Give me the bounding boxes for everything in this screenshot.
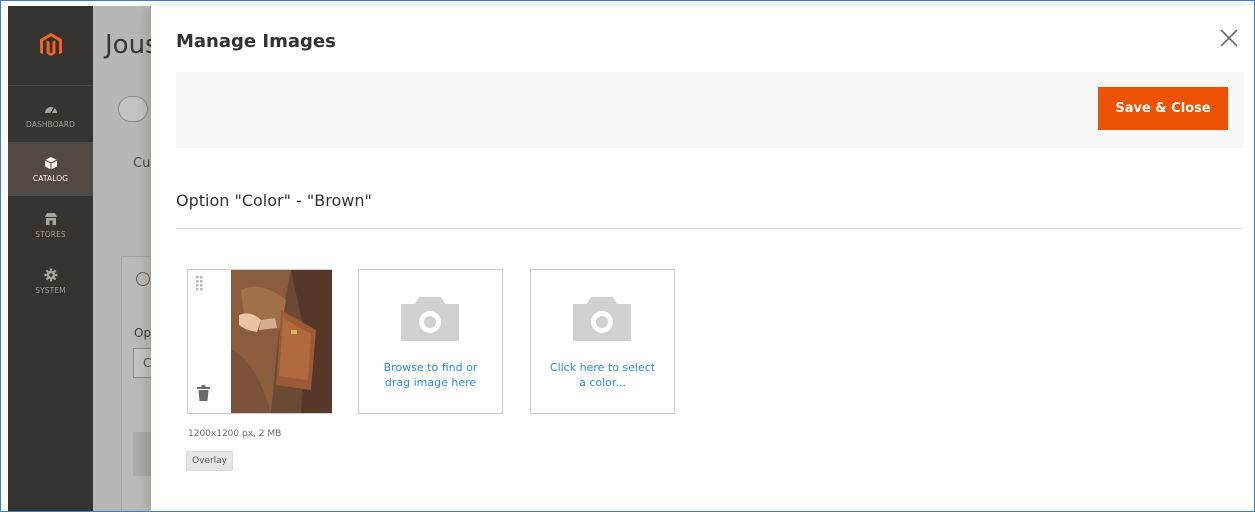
trash-icon[interactable] xyxy=(197,385,210,401)
close-icon xyxy=(1220,29,1238,47)
sidebar-item-label: DASHBOARD xyxy=(26,119,75,129)
sidebar-item-catalog[interactable]: CATALOG xyxy=(8,142,93,196)
color-tile-text[interactable]: Click here to select a color... xyxy=(531,360,674,390)
admin-sidebar: DASHBOARD CATALOG STORES SYSTEM xyxy=(8,6,93,512)
image-tile[interactable] xyxy=(187,269,332,414)
modal-toolbar: Save & Close xyxy=(176,72,1243,148)
save-and-close-button[interactable]: Save & Close xyxy=(1098,87,1228,130)
camera-icon xyxy=(401,297,459,341)
modal-title: Manage Images xyxy=(176,31,336,52)
sidebar-item-label: SYSTEM xyxy=(35,285,66,295)
customizable-label: Cu xyxy=(133,156,151,171)
image-info: 1200x1200 px, 2 MB xyxy=(188,429,282,439)
camera-icon xyxy=(573,297,631,341)
sidebar-item-label: CATALOG xyxy=(32,173,69,183)
catalog-icon xyxy=(44,156,57,169)
sidebar-item-system[interactable]: SYSTEM xyxy=(8,254,93,308)
drag-handle-icon[interactable] xyxy=(196,276,204,294)
divider xyxy=(176,228,1243,229)
close-button[interactable] xyxy=(1217,26,1241,50)
overlay-badge[interactable]: Overlay xyxy=(186,451,233,471)
sidebar-item-label: STORES xyxy=(35,229,66,239)
status-toggle xyxy=(118,96,148,122)
upload-tile-text[interactable]: Browse to find or drag image here xyxy=(359,360,502,390)
product-image xyxy=(231,270,332,413)
upload-image-tile[interactable]: Browse to find or drag image here xyxy=(358,269,503,414)
option-title: Option "Color" - "Brown" xyxy=(176,191,372,210)
gear-icon xyxy=(44,268,57,281)
magento-logo[interactable] xyxy=(8,6,93,86)
collapse-icon xyxy=(136,272,150,286)
sidebar-item-dashboard[interactable]: DASHBOARD xyxy=(8,88,93,142)
sidebar-item-stores[interactable]: STORES xyxy=(8,198,93,252)
stores-icon xyxy=(44,212,57,225)
magento-logo-icon xyxy=(39,32,62,56)
manage-images-modal: Manage Images Save & Close Option "Color… xyxy=(151,6,1255,512)
dashboard-icon xyxy=(44,106,57,113)
select-color-tile[interactable]: Click here to select a color... xyxy=(530,269,675,414)
option-label: Op xyxy=(134,326,152,340)
